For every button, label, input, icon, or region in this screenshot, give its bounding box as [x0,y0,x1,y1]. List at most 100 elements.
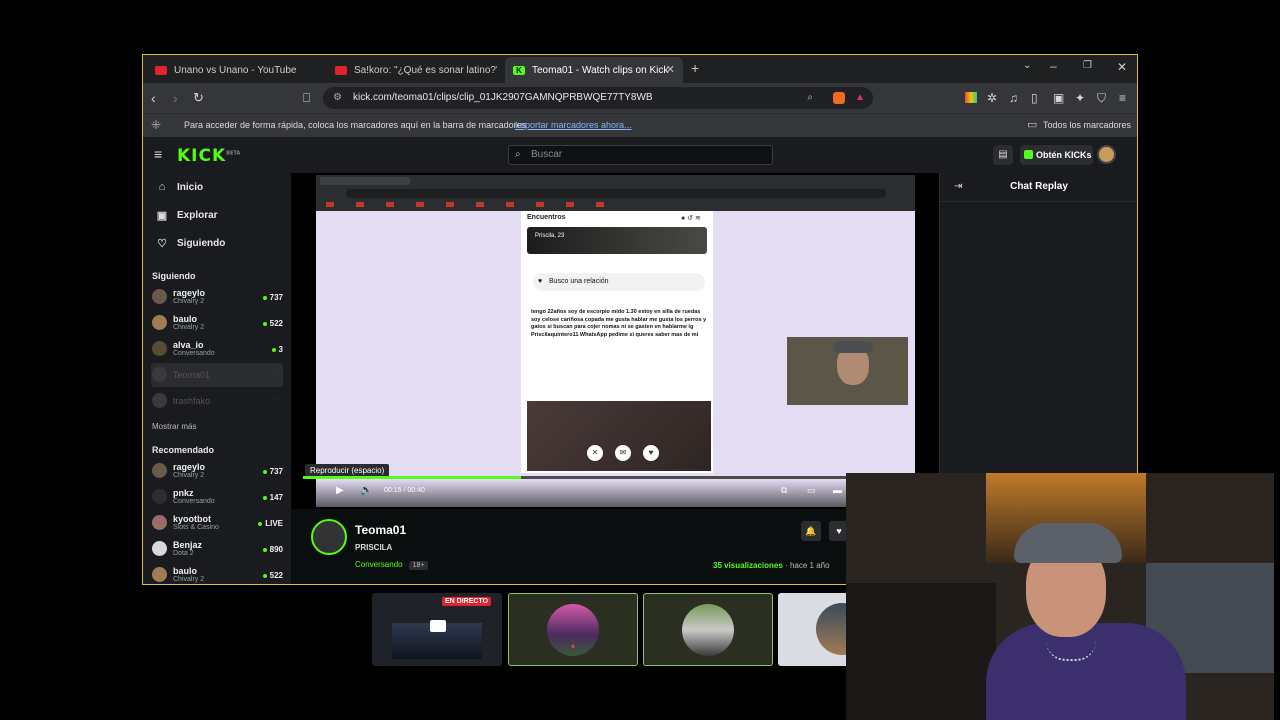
close-window-icon[interactable]: ✕ [1117,60,1127,74]
channel-name[interactable]: Teoma01 [355,523,406,537]
stream-thumbnail[interactable]: EN DIRECTO [372,593,502,666]
tab-title: Teoma01 - Watch clips on Kick [532,64,669,76]
app-header: Encuentros [527,214,566,221]
kick-header: ≡ KICKBETA ⌕ Buscar ▤ Obtén KICKs [143,137,1137,173]
stream-thumbnail[interactable] [778,593,846,666]
ai-icon[interactable]: ✦ [1075,89,1085,107]
notifications-icon[interactable]: ▤ [993,145,1013,165]
streamer-cam-overlay [787,337,908,405]
clip-title: PRISCILA [355,543,393,552]
url-text: kick.com/teoma01/clips/clip_01JK2907GAMN… [353,92,653,103]
sidebar-channel[interactable]: trashfako ◌ [151,389,283,413]
reload-icon[interactable]: ↻ [193,89,204,107]
kicks-icon [1024,150,1033,159]
bookmarks-hint: Para acceder de forma rápida, coloca los… [184,120,527,130]
looking-for-chip: ♥ Busco una relación [533,273,705,291]
sidebar-channel[interactable]: rageylo Chivalry 2 737 [151,459,283,483]
kick-icon: K [513,65,525,75]
sidebar-channel[interactable]: rageylo Chivalry 2 737 [151,285,283,309]
avatar [152,567,167,582]
search-input[interactable]: ⌕ Buscar [508,145,773,165]
sidebar-channel[interactable]: pnkz Conversando 147 [151,485,283,509]
extensions-puzzle-icon[interactable]: ✲ [987,89,997,107]
import-bookmarks-link[interactable]: Importar marcadores ahora... [515,120,632,130]
clip-video[interactable]: Encuentros ● ↺ ≋ Priscila, 23 ♥ Busco una… [316,175,915,507]
sidebar-icon[interactable]: ▯ [1031,89,1038,107]
tab-kick[interactable]: K Teoma01 - Watch clips on Kick ✕ [505,57,683,83]
folder-icon: ▭ [1027,119,1038,131]
show-more-link[interactable]: Mostrar más [152,422,196,431]
sidebar: ⌂ Inicio ▣ Explorar ♡ Siguiendo Siguiendo r… [143,173,291,584]
avatar [152,341,167,356]
address-bar[interactable]: ⚙ kick.com/teoma01/clips/clip_01JK2907GA… [323,87,873,109]
youtube-icon [335,65,347,75]
back-icon[interactable]: ‹ [151,89,156,107]
clip-icon[interactable]: ⧉ [781,485,787,496]
nav-home[interactable]: ⌂ Inicio [155,181,203,193]
browser-toolbar: ‹ › ↻ ⎕ ⚙ kick.com/teoma01/clips/clip_01… [143,83,1137,113]
avatar [152,541,167,556]
tab-youtube-2[interactable]: Sa!koro: "¿Qué es sonar latino?" | En [327,57,497,83]
heart-icon: ♥ [538,278,543,285]
search-placeholder: Buscar [531,149,563,160]
music-icon[interactable]: ♫ [1009,89,1018,107]
close-tab-icon[interactable]: ✕ [666,63,675,76]
brave-rewards-icon[interactable]: ▲ [855,87,865,109]
new-tab-icon[interactable]: + [691,60,699,76]
volume-icon[interactable]: 🔈 [360,485,372,496]
tab-title: Unano vs Unano - YouTube [174,64,297,76]
bookmarks-bar: ⁜ Para acceder de forma rápida, coloca l… [143,113,1137,137]
minimize-icon[interactable]: – [1050,59,1057,73]
site-info-icon[interactable]: ⚙ [333,87,342,109]
nav-browse[interactable]: ▣ Explorar [155,209,218,222]
stream-thumbnail[interactable] [643,593,773,666]
kick-logo[interactable]: KICKBETA [177,146,240,166]
stream-thumbnail[interactable]: ⏸ [508,593,638,666]
nav-following[interactable]: ♡ Siguiendo [155,237,225,250]
notify-bell-icon[interactable]: 🔔 [801,521,821,541]
menu-icon[interactable]: ≡ [1119,89,1126,107]
chat-title: Chat Replay [1010,181,1068,192]
tab-youtube-1[interactable]: Unano vs Unano - YouTube [147,57,327,83]
restore-icon[interactable]: ❐ [1083,60,1092,71]
profile-bio: tengo 22años soy de escorpio mido 1.30 e… [531,309,707,338]
sidebar-channel[interactable]: baulo Chivalry 2 522 [151,311,283,335]
tab-title: Sa!koro: "¿Qué es sonar latino?" | En [354,64,497,76]
sidebar-channel[interactable]: Teoma01 ◌ [151,363,283,387]
following-title: Siguiendo [152,271,196,281]
get-kicks-button[interactable]: Obtén KICKs [1020,145,1093,165]
hamburger-menu-icon[interactable]: ≡ [154,146,162,162]
sidebar-channel[interactable]: kyootbot Slots & Casino LIVE [151,511,283,535]
bookmark-icon[interactable]: ⎕ [303,89,310,107]
avatar[interactable] [1097,145,1116,164]
offline-icon: ◌ [274,396,279,403]
profile-photo: Priscila, 23 [527,227,707,254]
apps-grid-icon[interactable]: ⁜ [151,118,161,132]
sidebar-channel[interactable]: alva_io Conversando 3 [151,337,283,361]
sidebar-channel[interactable]: Benjaz Dota 2 890 [151,537,283,561]
monitor-icon [430,620,446,632]
avatar [152,463,167,478]
search-icon: ⌕ [515,149,521,160]
play-icon[interactable]: ▶ [336,485,344,496]
heart-icon: ♥ [643,445,659,461]
sidebar-channel[interactable]: baulo Chivalry 2 522 [151,563,283,584]
home-icon: ⌂ [158,181,166,193]
captions-icon[interactable]: ▭ [807,485,816,496]
theater-icon[interactable]: ▬ [833,485,842,495]
avatar [152,367,167,382]
dating-app-card: Encuentros ● ↺ ≋ Priscila, 23 ♥ Busco una… [521,211,713,473]
recommended-title: Recomendado [152,445,215,455]
wallet-icon[interactable]: ▣ [1053,89,1064,107]
time-display: 00:15 / 00:40 [384,487,425,494]
all-bookmarks[interactable]: Todos los marcadores [1043,120,1131,130]
clip-category[interactable]: Conversando 18+ [355,560,429,570]
zoom-icon[interactable]: ⌕ [807,87,813,109]
video-player[interactable]: Encuentros ● ↺ ≋ Priscila, 23 ♥ Busco una… [291,173,939,509]
forward-icon[interactable]: › [173,89,178,107]
tab-search-icon[interactable]: ⌄ [1023,60,1031,71]
extension-icon[interactable] [965,92,977,103]
avatar[interactable] [311,519,347,555]
brave-shield-icon[interactable] [833,92,845,104]
vpn-icon[interactable]: ⛉ [1097,89,1106,107]
